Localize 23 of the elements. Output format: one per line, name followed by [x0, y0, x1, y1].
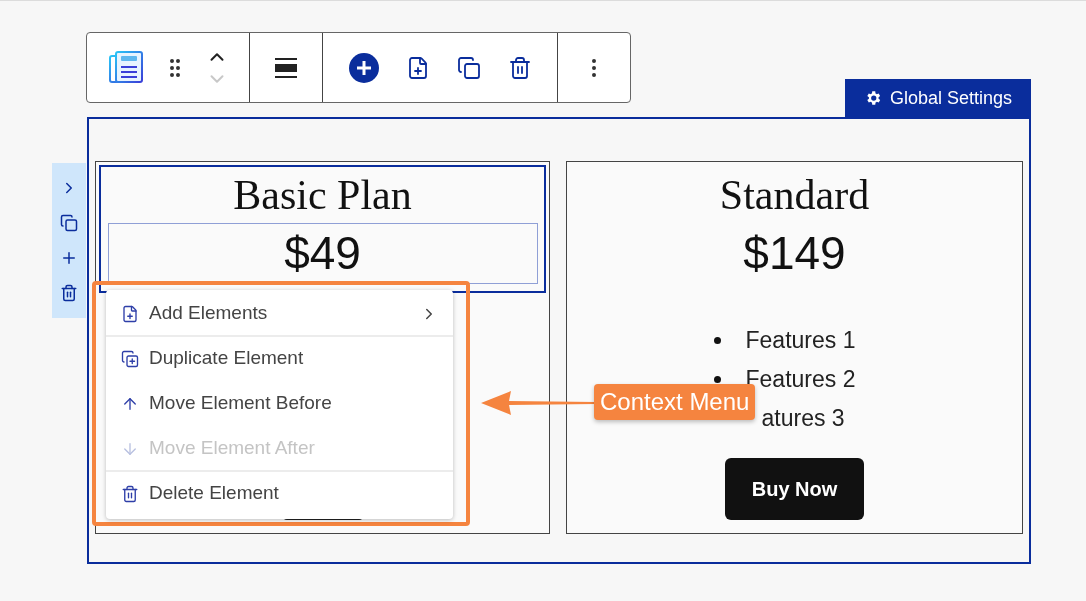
- plan-title: Basic Plan: [233, 171, 412, 220]
- plan-price: $149: [742, 226, 847, 281]
- menu-item[interactable]: Move Element Before: [106, 382, 453, 427]
- menu-item[interactable]: Duplicate Element: [106, 337, 453, 382]
- copy-icon[interactable]: [60, 214, 78, 233]
- trash-icon[interactable]: [507, 55, 532, 80]
- copy-icon[interactable]: [456, 55, 481, 80]
- add-icon[interactable]: [348, 52, 379, 83]
- global-settings-button[interactable]: Global Settings: [845, 79, 1031, 117]
- buy-now-button[interactable]: Buy Now: [725, 458, 864, 520]
- trash-icon[interactable]: [60, 283, 78, 302]
- duplicate-icon: [121, 349, 139, 368]
- feature-text: Features 1: [745, 326, 856, 356]
- plan-title: Standard: [719, 171, 870, 220]
- full-width-icon[interactable]: [274, 56, 298, 79]
- document-stack-icon[interactable]: [108, 50, 145, 85]
- trash-icon: [121, 484, 139, 503]
- callout-label: Context Menu: [594, 384, 756, 420]
- feature-text: atures 3: [761, 404, 845, 434]
- plan-price: $49: [107, 223, 538, 284]
- heading-block[interactable]: Standard $149: [570, 165, 1019, 293]
- menu-item[interactable]: Add Elements: [106, 292, 453, 337]
- add-document-icon: [121, 304, 139, 323]
